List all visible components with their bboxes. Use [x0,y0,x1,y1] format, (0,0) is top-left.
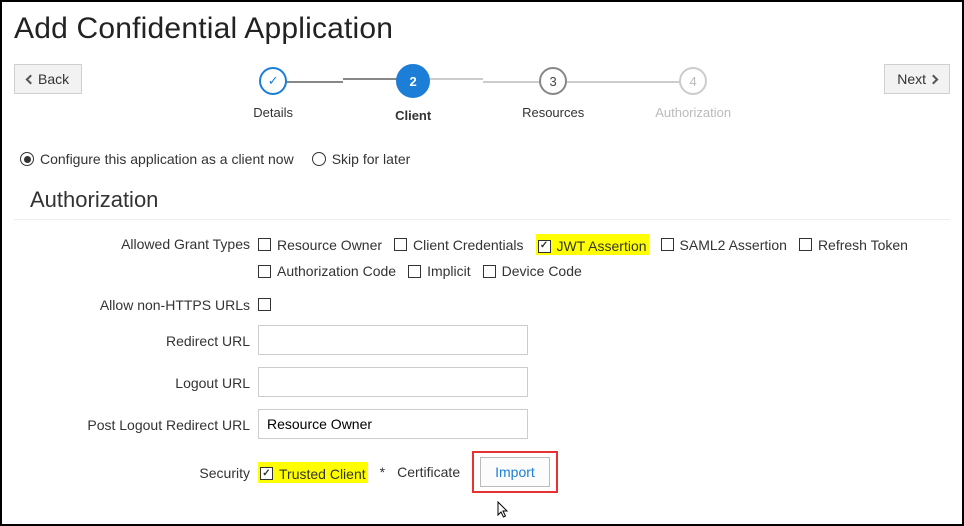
chevron-left-icon [26,74,36,84]
import-highlight: Import [472,451,558,493]
checkbox-saml2-assertion[interactable]: SAML2 Assertion [661,237,787,253]
radio-icon [20,152,34,166]
radio-skip-later[interactable]: Skip for later [312,151,411,167]
certificate-label: Certificate [397,464,460,480]
checkbox-device-code[interactable]: Device Code [483,263,582,279]
label-logout-url: Logout URL [14,373,258,391]
import-button[interactable]: Import [480,457,550,487]
radio-label: Configure this application as a client n… [40,151,294,167]
next-label: Next [897,71,926,87]
step-resources[interactable]: 3 Resources [483,67,623,120]
checkbox-icon [394,238,407,251]
wizard-stepper: ✓ Details 2 Client 3 Resources 4 Authori… [82,64,884,123]
checkbox-icon [258,298,271,311]
step-number: 2 [396,64,430,98]
checkbox-icon [483,265,496,278]
post-logout-url-input[interactable] [258,409,528,439]
label-post-logout: Post Logout Redirect URL [14,415,258,433]
checkbox-icon [408,265,421,278]
check-icon: ✓ [259,67,287,95]
page-title: Add Confidential Application [14,6,950,64]
checkbox-refresh-token[interactable]: Refresh Token [799,237,908,253]
step-number: 4 [679,67,707,95]
checkbox-icon [799,238,812,251]
logout-url-input[interactable] [258,367,528,397]
checkbox-icon [260,467,273,480]
label-redirect-url: Redirect URL [14,331,258,349]
checkbox-authorization-code[interactable]: Authorization Code [258,263,396,279]
step-label: Details [253,105,293,120]
checkbox-resource-owner[interactable]: Resource Owner [258,237,382,253]
step-client[interactable]: 2 Client [343,64,483,123]
step-label: Resources [522,105,584,120]
back-label: Back [38,71,69,87]
next-button[interactable]: Next [884,64,950,94]
checkbox-trusted-client[interactable]: Trusted Client [260,466,366,482]
checkbox-client-credentials[interactable]: Client Credentials [394,237,524,253]
step-authorization[interactable]: 4 Authorization [623,67,763,120]
checkbox-implicit[interactable]: Implicit [408,263,471,279]
checkbox-icon [258,238,271,251]
label-grant-types: Allowed Grant Types [14,234,258,252]
step-number: 3 [539,67,567,95]
redirect-url-input[interactable] [258,325,528,355]
checkbox-icon [258,265,271,278]
chevron-right-icon [929,74,939,84]
label-security: Security [14,463,258,481]
step-label: Authorization [655,105,731,120]
step-details[interactable]: ✓ Details [203,67,343,120]
mouse-cursor-icon [497,501,511,519]
checkbox-allow-http[interactable] [258,298,271,311]
checkbox-icon [661,238,674,251]
radio-configure-now[interactable]: Configure this application as a client n… [20,151,294,167]
step-label: Client [395,108,431,123]
radio-label: Skip for later [332,151,411,167]
label-allow-http: Allow non-HTTPS URLs [14,295,258,313]
back-button[interactable]: Back [14,64,82,94]
radio-icon [312,152,326,166]
required-marker: * [380,464,385,480]
checkbox-icon [538,240,551,253]
checkbox-jwt-assertion[interactable]: JWT Assertion [538,238,647,254]
section-authorization: Authorization [14,187,950,220]
